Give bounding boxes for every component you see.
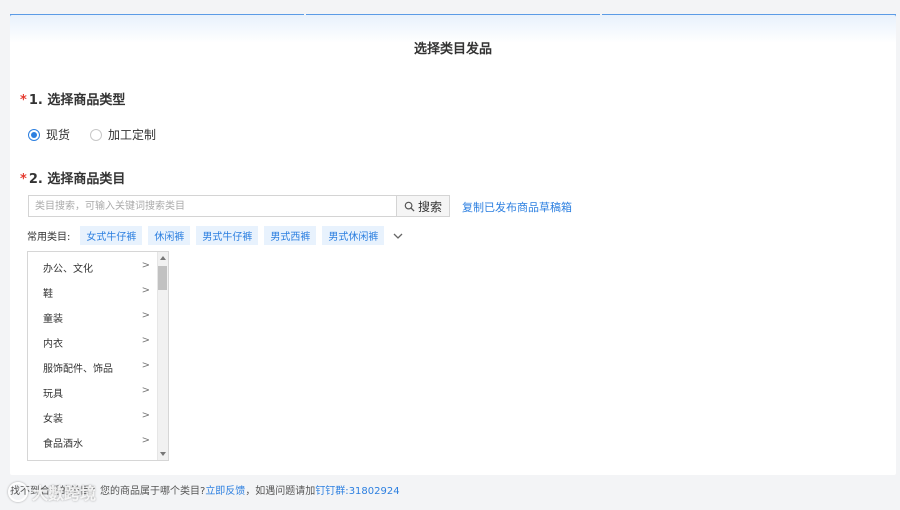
category-item-label: 内衣 [43, 339, 63, 350]
category-list-scrollbar[interactable] [157, 252, 168, 460]
section-product-type-title: * 1. 选择商品类型 [20, 89, 125, 108]
section-title-text: 2. 选择商品类目 [28, 172, 126, 187]
common-category-tag[interactable]: 男式牛仔裤 [196, 226, 259, 245]
category-item[interactable]: 食品酒水 > [28, 432, 168, 457]
search-button-label: 搜索 [417, 199, 442, 214]
scroll-up-arrow-icon[interactable] [160, 256, 166, 260]
feedback-link[interactable]: 立即反馈 [205, 486, 245, 497]
chevron-right-icon: > [141, 410, 150, 421]
scrollbar-thumb[interactable] [158, 266, 167, 290]
radio-in-stock-label[interactable]: 现货 [46, 126, 70, 143]
search-icon [404, 201, 415, 212]
category-item-label: 办公、文化 [43, 264, 93, 275]
search-button[interactable]: 搜索 [396, 196, 449, 216]
chevron-right-icon: > [141, 360, 150, 371]
radio-in-stock[interactable] [28, 128, 40, 141]
drafts-link[interactable]: 草稿箱 [539, 199, 572, 215]
category-item-label: 玩具 [43, 389, 63, 400]
footer-middle: ，如遇问题请加 [245, 486, 316, 497]
category-item-label: 食品酒水 [43, 439, 83, 450]
radio-custom-processing-label[interactable]: 加工定制 [108, 126, 156, 143]
category-list[interactable]: 办公、文化 > 鞋 > 童装 > 内衣 > 服饰配件、饰品 > 玩具 > 女装 > 食品酒水 > [27, 251, 169, 461]
chevron-down-icon[interactable] [392, 230, 404, 242]
common-category-tag[interactable]: 女式牛仔裤 [80, 226, 143, 245]
main-card: 选择类目发品 *1. 选择商品类型 现货 加工定制 *2. 选择商品类目 搜索 … [10, 15, 896, 475]
section-title-text: 1. 选择商品类型 [28, 93, 126, 108]
chevron-right-icon: > [141, 385, 150, 396]
copy-published-link[interactable]: 复制已发布商品 [462, 199, 539, 215]
chevron-right-icon: > [141, 310, 150, 321]
required-mark: * [20, 93, 27, 108]
page-title: 选择类目发品 [413, 42, 492, 57]
common-category-tag[interactable]: 男式西裤 [264, 226, 317, 245]
required-mark: * [20, 172, 27, 187]
category-search-box: 搜索 [28, 195, 450, 217]
category-item-label: 鞋 [43, 289, 53, 300]
common-categories-label: 常用类目: [27, 232, 71, 243]
chevron-right-icon: > [141, 435, 150, 446]
common-category-tag[interactable]: 休闲裤 [148, 226, 191, 245]
footer-help-text: 找不到合适的类目？您的商品属于哪个类目?立即反馈，如遇问题请加钉钉群:31802… [10, 482, 400, 497]
common-categories-row: 常用类目: 女式牛仔裤 休闲裤 男式牛仔裤 男式西裤 男式休闲裤 [27, 226, 404, 245]
section-category-title: * 2. 选择商品类目 [20, 168, 125, 187]
footer-prefix: 找不到合适的类目？您的商品属于哪个类目? [10, 486, 206, 497]
scroll-down-arrow-icon[interactable] [160, 452, 166, 456]
category-search-input[interactable] [29, 196, 396, 216]
dingtalk-group-number: 31802924 [348, 486, 400, 497]
chevron-right-icon: > [141, 335, 150, 346]
chevron-right-icon: > [141, 260, 150, 271]
category-item-label: 童装 [43, 314, 63, 325]
category-item-label: 女装 [43, 414, 63, 425]
product-type-radio-group: 现货 加工定制 [28, 126, 170, 143]
dingtalk-group-label: 钉钉群: [315, 486, 349, 497]
radio-custom-processing[interactable] [90, 128, 103, 141]
category-item-label: 服饰配件、饰品 [43, 364, 113, 375]
common-category-tag[interactable]: 男式休闲裤 [322, 226, 385, 245]
chevron-right-icon: > [141, 285, 150, 296]
